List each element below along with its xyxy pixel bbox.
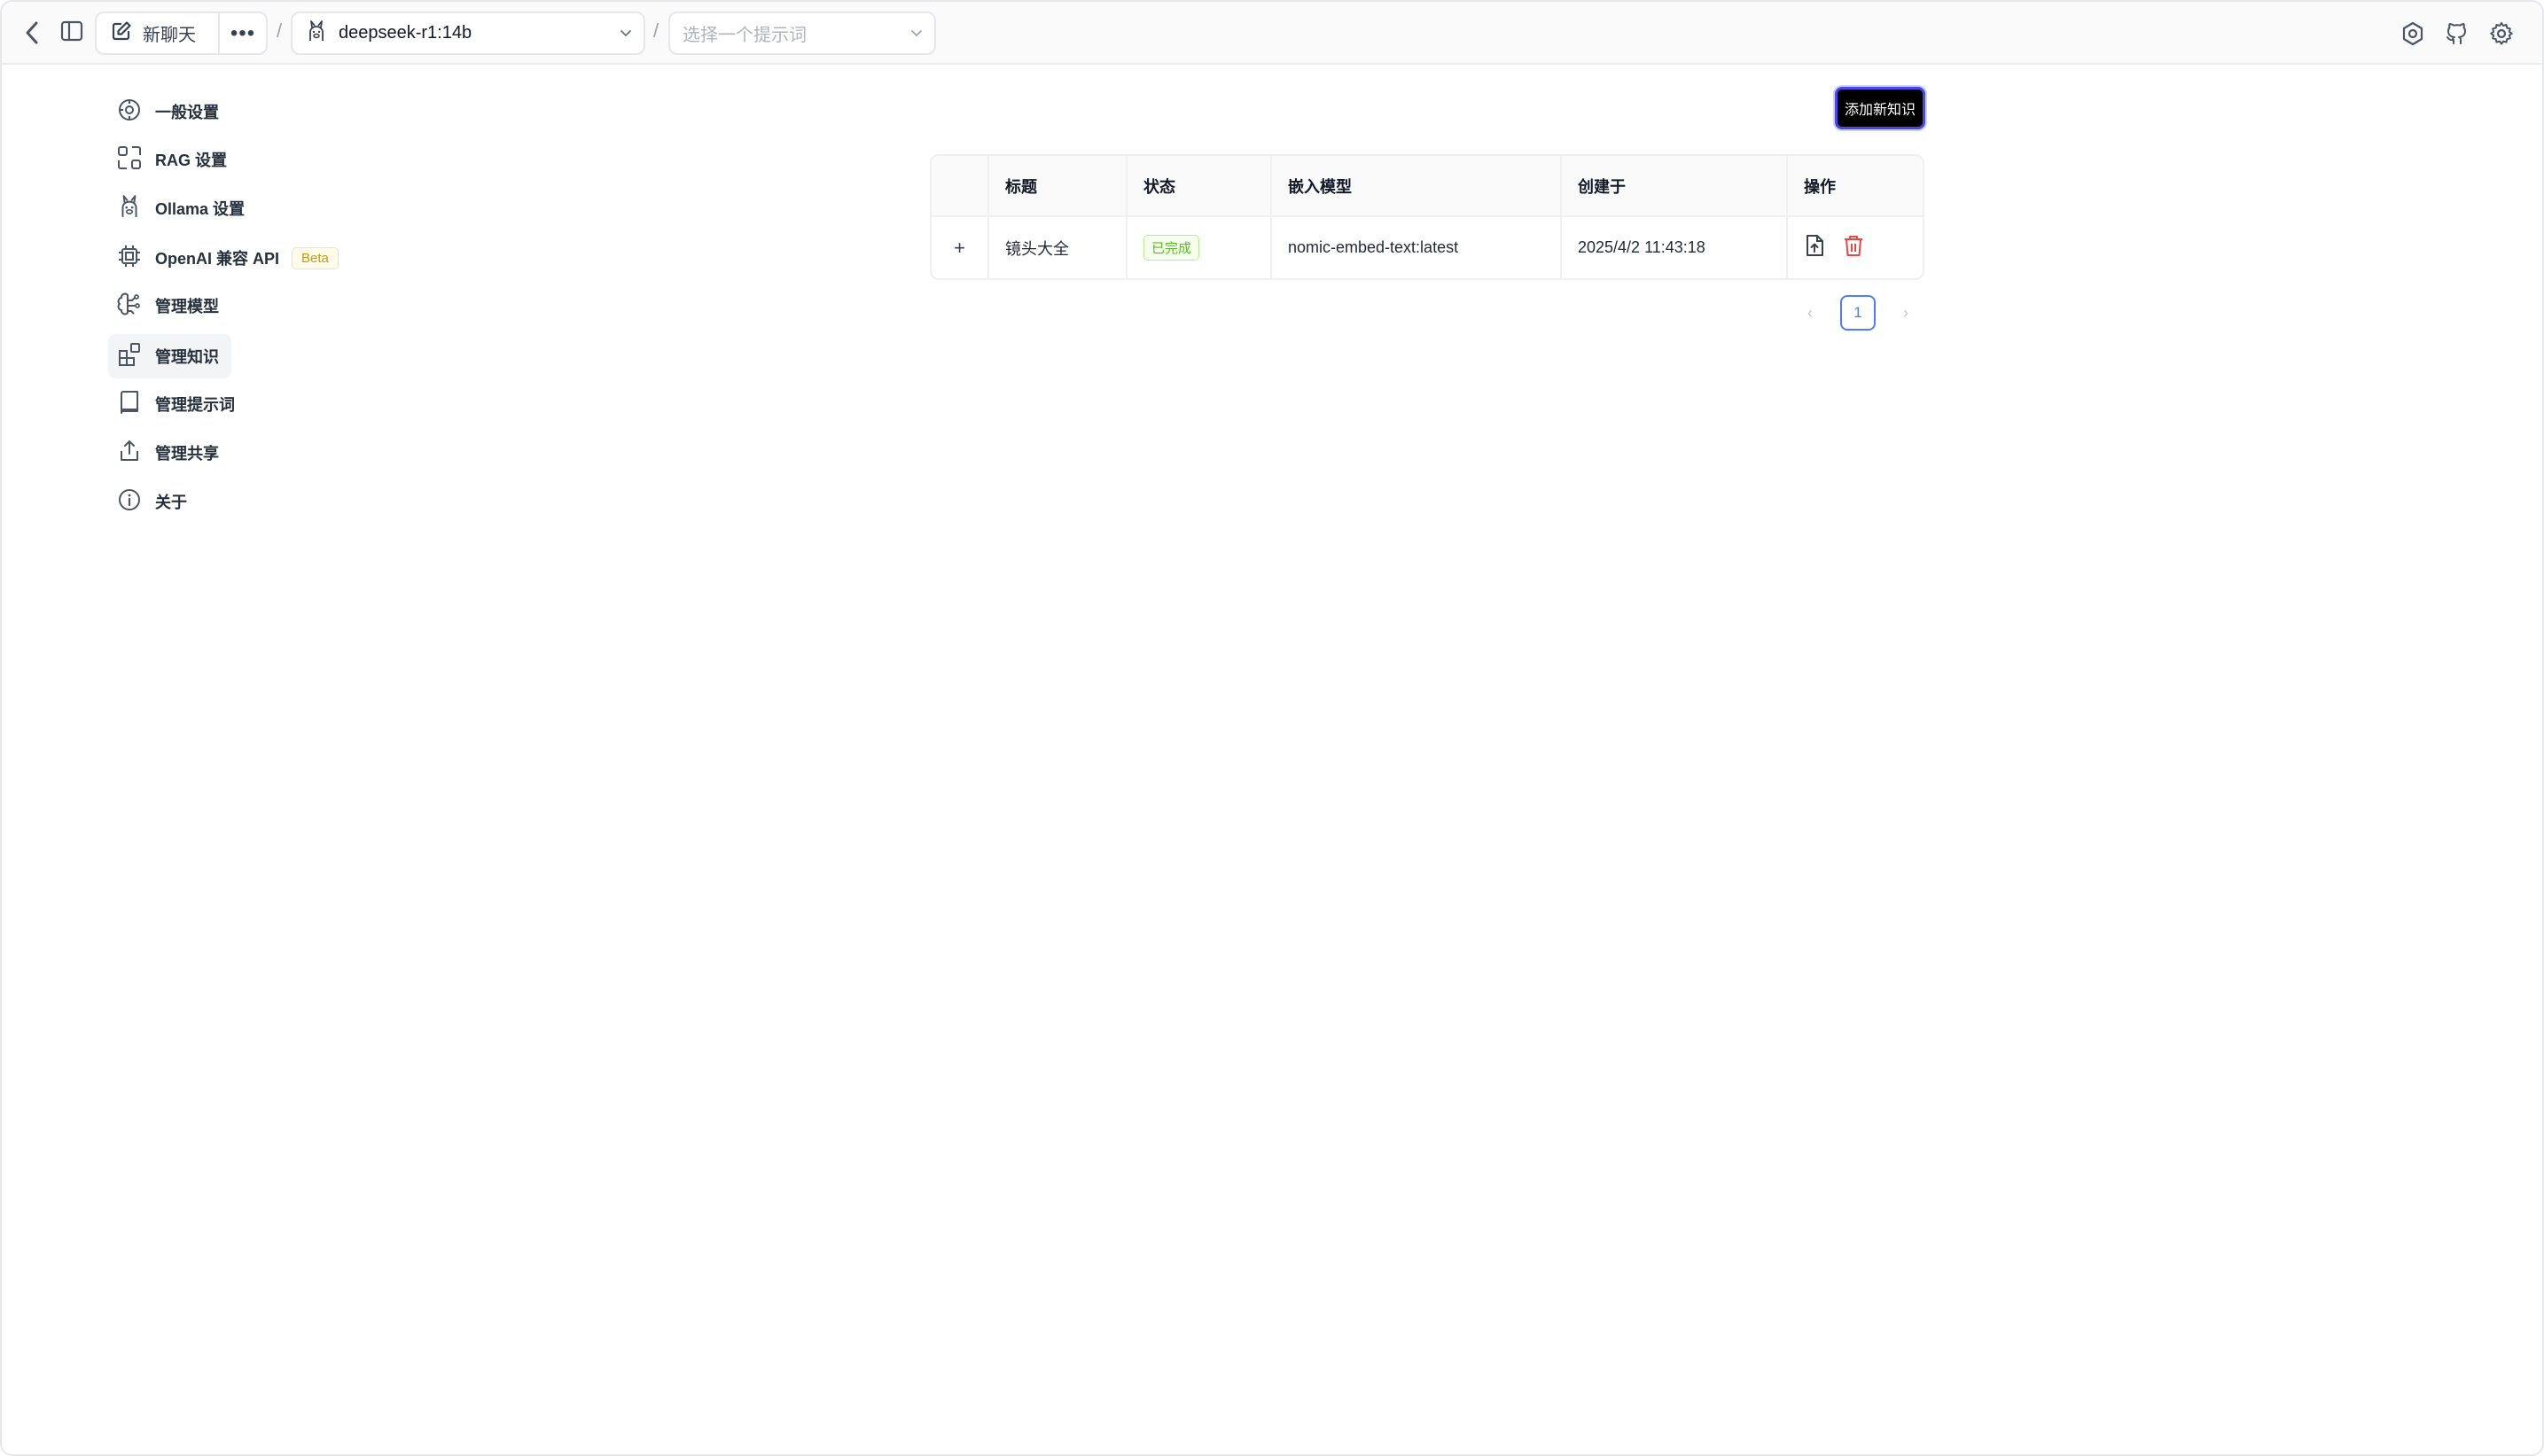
row-status: 已完成 — [1126, 217, 1270, 278]
table-header-status: 状态 — [1126, 156, 1270, 215]
sidebar-item-ollama[interactable]: Ollama 设置 — [108, 186, 257, 230]
trash-icon[interactable] — [1843, 234, 1864, 261]
sidebar-item-label: 管理知识 — [155, 348, 219, 366]
ollama-status-icon[interactable] — [2399, 19, 2427, 48]
breadcrumb-separator: / — [653, 19, 659, 42]
rag-icon — [117, 145, 142, 175]
model-select-value: deepseek-r1:14b — [339, 23, 472, 43]
sidebar-item-rag[interactable]: RAG 设置 — [108, 137, 239, 182]
app-window: 新聊天 ••• / deepseek-r1:14b / 选择一个提示词 一般设置… — [0, 0, 2544, 1456]
row-actions — [1786, 217, 1923, 278]
more-options-button[interactable]: ••• — [220, 21, 266, 46]
sidebar-item-label: 关于 — [155, 494, 187, 511]
sidebar-item-prompts[interactable]: 管理提示词 — [108, 382, 247, 426]
prompt-select-placeholder: 选择一个提示词 — [683, 26, 807, 45]
row-title: 镜头大全 — [987, 217, 1126, 278]
chevron-down-icon — [619, 26, 633, 44]
share-icon — [117, 439, 142, 468]
sidebar-item-label: 一般设置 — [155, 104, 219, 121]
file-upload-icon[interactable] — [1804, 234, 1825, 261]
chip-icon — [117, 244, 142, 273]
new-chat-button[interactable]: 新聊天 — [97, 13, 220, 53]
ollama-icon — [307, 19, 326, 47]
top-bar: 新聊天 ••• / deepseek-r1:14b / 选择一个提示词 — [2, 2, 2542, 65]
sidebar-item-share[interactable]: 管理共享 — [108, 431, 231, 475]
prompt-select[interactable]: 选择一个提示词 — [668, 12, 936, 55]
row-embedding-model: nomic-embed-text:latest — [1270, 217, 1560, 278]
table-header-embedding-model: 嵌入模型 — [1270, 156, 1560, 215]
github-icon[interactable] — [2443, 19, 2471, 48]
table-header-title: 标题 — [987, 156, 1126, 215]
sidebar-item-openai-api[interactable]: OpenAI 兼容 API Beta — [108, 236, 351, 280]
knowledge-table: 标题 状态 嵌入模型 创建于 操作 + 镜头大全 已完成 nomic-embed… — [930, 154, 1924, 280]
expand-icon: + — [954, 236, 965, 259]
sidebar-item-label: 管理提示词 — [155, 396, 235, 414]
prev-page-button[interactable]: ‹ — [1801, 304, 1819, 323]
table-header-actions: 操作 — [1786, 156, 1923, 215]
add-knowledge-button[interactable]: 添加新知识 — [1835, 87, 1925, 129]
sidebar-item-general[interactable]: 一般设置 — [108, 90, 231, 134]
new-chat-group: 新聊天 ••• — [95, 12, 268, 55]
pagination: ‹ 1 › — [1801, 295, 1915, 331]
new-chat-label: 新聊天 — [143, 26, 196, 45]
table-header-created-at: 创建于 — [1560, 156, 1786, 215]
ollama-icon — [117, 194, 142, 223]
sidebar-item-knowledge[interactable]: 管理知识 — [108, 334, 231, 378]
sidebar-item-label: 管理模型 — [155, 298, 219, 315]
sidebar-item-label: 管理共享 — [155, 445, 219, 463]
book-icon — [117, 390, 142, 419]
general-settings-icon — [117, 97, 142, 127]
sidebar-toggle-icon[interactable] — [59, 18, 85, 44]
row-created-at: 2025/4/2 11:43:18 — [1560, 217, 1786, 278]
model-select[interactable]: deepseek-r1:14b — [291, 12, 645, 55]
beta-badge: Beta — [292, 246, 339, 269]
page-number-current[interactable]: 1 — [1840, 295, 1876, 331]
info-icon — [117, 487, 142, 517]
sidebar-item-models[interactable]: 管理模型 — [108, 284, 231, 328]
table-header-row: 标题 状态 嵌入模型 创建于 操作 — [932, 156, 1923, 217]
sidebar-item-about[interactable]: 关于 — [108, 479, 199, 524]
brain-icon — [117, 292, 142, 321]
blocks-icon — [117, 342, 142, 371]
next-page-button[interactable]: › — [1897, 304, 1915, 323]
table-row: + 镜头大全 已完成 nomic-embed-text:latest 2025/… — [932, 217, 1923, 278]
sidebar-item-label: RAG 设置 — [155, 152, 227, 169]
table-header-expand — [932, 156, 987, 215]
sidebar-item-label: OpenAI 兼容 API — [155, 250, 280, 268]
settings-gear-icon[interactable] — [2487, 19, 2516, 48]
row-expand-button[interactable]: + — [932, 217, 987, 278]
sidebar-item-label: Ollama 设置 — [155, 200, 246, 218]
status-badge: 已完成 — [1143, 235, 1200, 261]
back-icon[interactable] — [21, 19, 43, 46]
chevron-down-icon — [909, 26, 924, 44]
edit-icon — [111, 20, 132, 46]
breadcrumb-separator: / — [277, 19, 283, 42]
